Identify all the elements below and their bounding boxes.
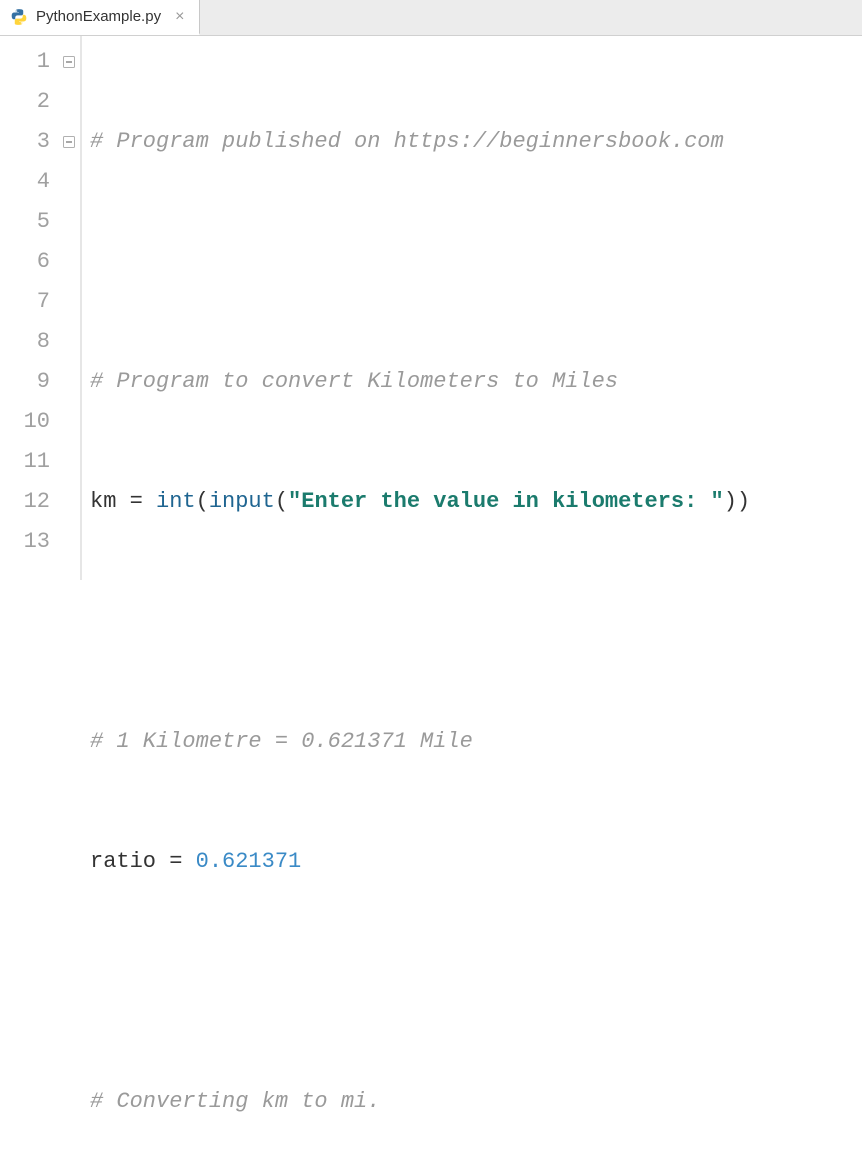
code-line[interactable] bbox=[90, 242, 862, 282]
comment-text: # Program published on https://beginners… bbox=[90, 129, 724, 154]
line-number: 1 bbox=[0, 42, 50, 82]
fold-toggle-icon[interactable] bbox=[62, 135, 76, 149]
string-literal: "Enter the value in kilometers: " bbox=[288, 489, 724, 514]
code-line[interactable]: ratio = 0.621371 bbox=[90, 842, 862, 882]
tab-python-example[interactable]: PythonExample.py × bbox=[0, 0, 200, 35]
identifier: ratio bbox=[90, 849, 169, 874]
code-line[interactable] bbox=[90, 962, 862, 1002]
paren: )) bbox=[724, 489, 750, 514]
line-number-gutter: 1 2 3 4 5 6 7 8 9 10 11 12 13 bbox=[0, 36, 58, 580]
line-number: 8 bbox=[0, 322, 50, 362]
comment-text: # 1 Kilometre = 0.621371 Mile bbox=[90, 729, 473, 754]
number-literal: 0.621371 bbox=[196, 849, 302, 874]
line-number: 5 bbox=[0, 202, 50, 242]
tab-bar: PythonExample.py × bbox=[0, 0, 862, 36]
code-editor[interactable]: 1 2 3 4 5 6 7 8 9 10 11 12 13 # Program … bbox=[0, 36, 862, 580]
line-number: 4 bbox=[0, 162, 50, 202]
fold-toggle-icon[interactable] bbox=[62, 55, 76, 69]
line-number: 11 bbox=[0, 442, 50, 482]
builtin: input bbox=[209, 489, 275, 514]
builtin: int bbox=[156, 489, 196, 514]
python-file-icon bbox=[10, 8, 28, 26]
line-number: 3 bbox=[0, 122, 50, 162]
code-line[interactable]: # 1 Kilometre = 0.621371 Mile bbox=[90, 722, 862, 762]
line-number: 2 bbox=[0, 82, 50, 122]
line-number: 12 bbox=[0, 482, 50, 522]
code-line[interactable]: # Program to convert Kilometers to Miles bbox=[90, 362, 862, 402]
line-number: 13 bbox=[0, 522, 50, 562]
line-number: 6 bbox=[0, 242, 50, 282]
code-line[interactable]: # Converting km to mi. bbox=[90, 1082, 862, 1122]
code-area[interactable]: # Program published on https://beginners… bbox=[82, 36, 862, 580]
operator: = bbox=[130, 489, 156, 514]
comment-text: # Program to convert Kilometers to Miles bbox=[90, 369, 618, 394]
fold-strip bbox=[58, 36, 80, 580]
code-line[interactable]: km = int(input("Enter the value in kilom… bbox=[90, 482, 862, 522]
tab-label: PythonExample.py bbox=[36, 8, 161, 25]
operator: = bbox=[169, 849, 195, 874]
code-line[interactable]: # Program published on https://beginners… bbox=[90, 122, 862, 162]
tab-close-button[interactable]: × bbox=[175, 8, 184, 26]
code-line[interactable] bbox=[90, 602, 862, 642]
paren: ( bbox=[196, 489, 209, 514]
line-number: 9 bbox=[0, 362, 50, 402]
identifier: km bbox=[90, 489, 130, 514]
paren: ( bbox=[275, 489, 288, 514]
comment-text: # Converting km to mi. bbox=[90, 1089, 380, 1114]
line-number: 7 bbox=[0, 282, 50, 322]
line-number: 10 bbox=[0, 402, 50, 442]
